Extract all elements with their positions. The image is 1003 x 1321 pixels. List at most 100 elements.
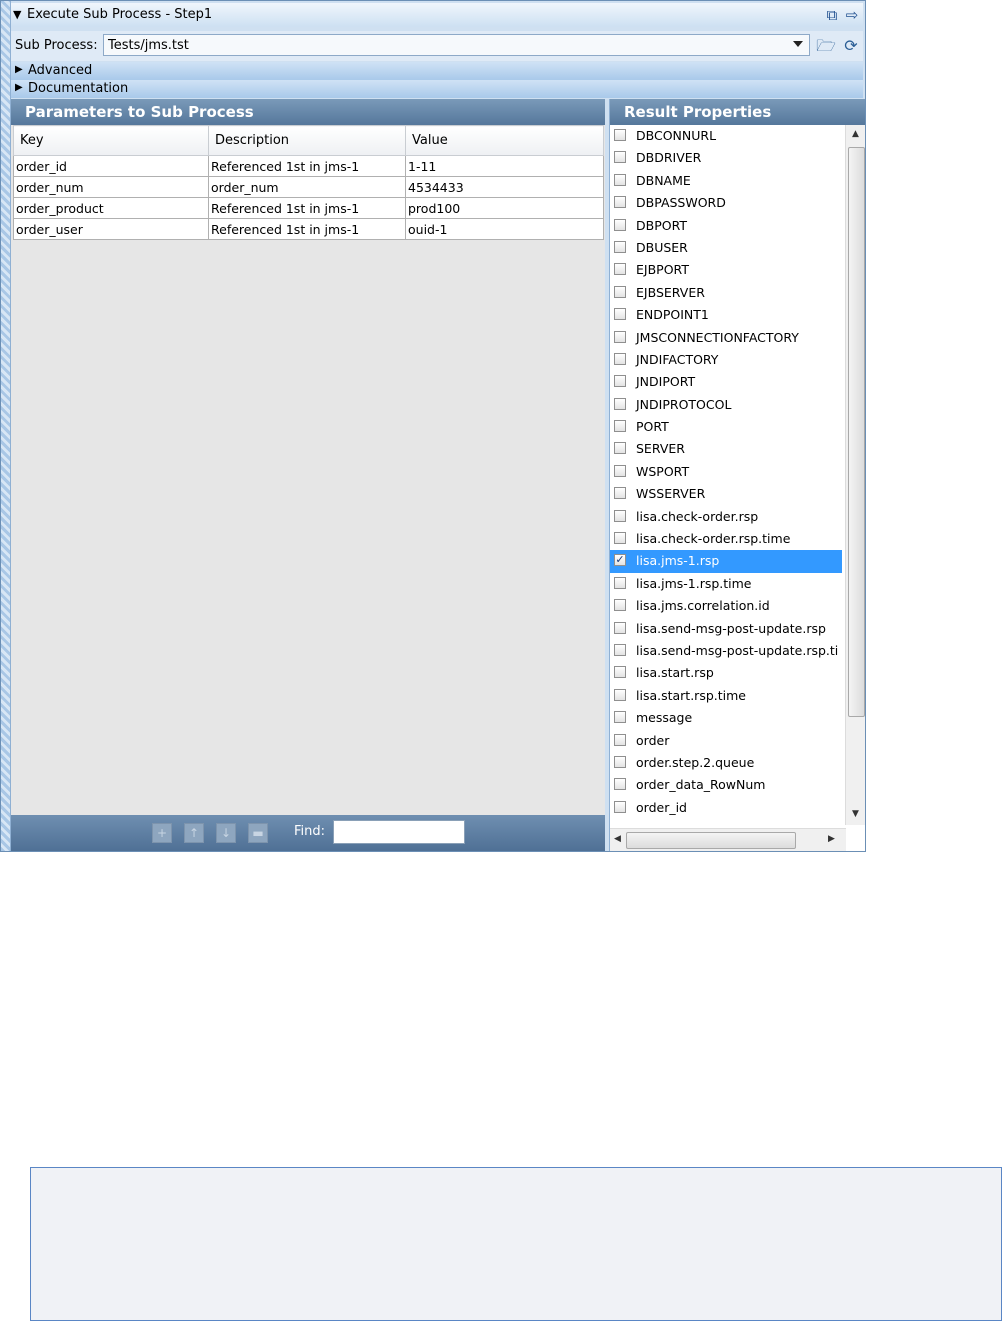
list-item[interactable]: order.step.2.queue: [610, 752, 842, 774]
list-item[interactable]: message: [610, 707, 842, 729]
checkbox[interactable]: [614, 151, 626, 164]
horizontal-scrollbar[interactable]: ◀ ▶: [610, 828, 846, 851]
list-item[interactable]: lisa.send-msg-post-update.rsp: [610, 618, 842, 640]
scroll-up-icon[interactable]: ▲: [852, 129, 859, 139]
arrow-right-icon[interactable]: ⇨: [843, 6, 861, 24]
key-cell[interactable]: order_user: [13, 218, 209, 240]
checkbox[interactable]: [614, 420, 626, 433]
list-item[interactable]: ✓ lisa.jms-1.rsp: [610, 550, 842, 573]
documentation-section[interactable]: ▶ Documentation: [11, 80, 863, 98]
checkbox[interactable]: [614, 800, 626, 813]
list-item[interactable]: DBPORT: [610, 215, 842, 237]
list-item[interactable]: EJBSERVER: [610, 282, 842, 304]
scroll-left-icon[interactable]: ◀: [614, 834, 621, 844]
list-item[interactable]: lisa.send-msg-post-update.rsp.ti: [610, 640, 842, 662]
list-item[interactable]: JMSCONNECTIONFACTORY: [610, 327, 842, 349]
advanced-section[interactable]: ▶ Advanced: [11, 62, 863, 80]
checkbox[interactable]: [614, 308, 626, 321]
move-down-icon[interactable]: ↓: [216, 823, 236, 843]
checkbox[interactable]: [614, 599, 626, 612]
delete-icon[interactable]: ▬: [248, 823, 268, 843]
list-item[interactable]: lisa.check-order.rsp.time: [610, 528, 842, 550]
checkbox[interactable]: [614, 464, 626, 477]
list-item[interactable]: lisa.jms.correlation.id: [610, 595, 842, 617]
key-cell[interactable]: order_id: [13, 155, 209, 177]
column-header-description[interactable]: Description: [208, 125, 406, 156]
list-item[interactable]: DBNAME: [610, 170, 842, 192]
checkbox[interactable]: [614, 240, 626, 253]
scroll-down-icon[interactable]: ▼: [852, 809, 859, 819]
value-cell[interactable]: prod100: [405, 197, 604, 219]
list-item[interactable]: DBCONNURL: [610, 125, 842, 147]
checkbox[interactable]: [614, 666, 626, 679]
value-cell[interactable]: 1-11: [405, 155, 604, 177]
refresh-icon[interactable]: ⟳: [841, 36, 861, 56]
checkbox[interactable]: [614, 397, 626, 410]
list-item[interactable]: JNDIPROTOCOL: [610, 394, 842, 416]
checkbox[interactable]: [614, 352, 626, 365]
key-cell[interactable]: order_num: [13, 176, 209, 198]
checkbox[interactable]: [614, 688, 626, 701]
checkbox[interactable]: [614, 330, 626, 343]
list-item[interactable]: lisa.start.rsp: [610, 662, 842, 684]
checkbox[interactable]: [614, 442, 626, 455]
chevron-down-icon[interactable]: [793, 41, 803, 47]
list-item[interactable]: EJBPORT: [610, 259, 842, 281]
list-item[interactable]: order_data_RowNum: [610, 774, 842, 796]
column-header-key[interactable]: Key: [13, 125, 209, 156]
checkbox[interactable]: [614, 778, 626, 791]
table-row[interactable]: order_id Referenced 1st in jms-1 1-11: [13, 155, 604, 177]
checkbox[interactable]: [614, 196, 626, 209]
description-cell[interactable]: Referenced 1st in jms-1: [208, 197, 406, 219]
list-item[interactable]: lisa.check-order.rsp: [610, 506, 842, 528]
table-row[interactable]: order_product Referenced 1st in jms-1 prod…: [13, 197, 604, 219]
vertical-scroll-thumb[interactable]: [848, 147, 865, 717]
checkbox[interactable]: [614, 218, 626, 231]
key-cell[interactable]: order_product: [13, 197, 209, 219]
list-item[interactable]: WSSERVER: [610, 483, 842, 505]
description-cell[interactable]: Referenced 1st in jms-1: [208, 218, 406, 240]
move-up-icon[interactable]: ↑: [184, 823, 204, 843]
list-item[interactable]: SERVER: [610, 438, 842, 460]
checkbox[interactable]: ✓: [614, 554, 626, 567]
list-item[interactable]: lisa.start.rsp.time: [610, 685, 842, 707]
checkbox[interactable]: [614, 711, 626, 724]
checkbox[interactable]: [614, 733, 626, 746]
description-cell[interactable]: order_num: [208, 176, 406, 198]
checkbox[interactable]: [614, 576, 626, 589]
table-row[interactable]: order_user Referenced 1st in jms-1 ouid-1: [13, 218, 604, 240]
checkbox[interactable]: [614, 285, 626, 298]
horizontal-scroll-thumb[interactable]: [626, 832, 796, 849]
checkbox[interactable]: [614, 621, 626, 634]
vertical-scrollbar[interactable]: ▲ ▼: [845, 125, 865, 825]
list-item[interactable]: JNDIFACTORY: [610, 349, 842, 371]
checkbox[interactable]: [614, 375, 626, 388]
add-icon[interactable]: +: [152, 823, 172, 843]
list-item[interactable]: WSPORT: [610, 461, 842, 483]
column-header-value[interactable]: Value: [405, 125, 604, 156]
checkbox[interactable]: [614, 532, 626, 545]
open-folder-icon[interactable]: 🗁: [816, 36, 836, 56]
list-item[interactable]: PORT: [610, 416, 842, 438]
list-item[interactable]: DBPASSWORD: [610, 192, 842, 214]
description-cell[interactable]: Referenced 1st in jms-1: [208, 155, 406, 177]
list-item[interactable]: order_id: [610, 797, 842, 819]
list-item[interactable]: DBDRIVER: [610, 147, 842, 169]
checkbox[interactable]: [614, 263, 626, 276]
value-cell[interactable]: 4534433: [405, 176, 604, 198]
scroll-right-icon[interactable]: ▶: [828, 834, 835, 844]
find-input[interactable]: [333, 820, 465, 844]
list-item[interactable]: order: [610, 730, 842, 752]
checkbox[interactable]: [614, 509, 626, 522]
list-item[interactable]: JNDIPORT: [610, 371, 842, 393]
undock-icon[interactable]: ⧉: [823, 6, 841, 24]
value-cell[interactable]: ouid-1: [405, 218, 604, 240]
checkbox[interactable]: [614, 487, 626, 500]
checkbox[interactable]: [614, 129, 626, 141]
subprocess-combo[interactable]: Tests/jms.tst: [103, 34, 810, 56]
collapse-triangle-icon[interactable]: ▼: [13, 8, 21, 21]
checkbox[interactable]: [614, 643, 626, 656]
table-row[interactable]: order_num order_num 4534433: [13, 176, 604, 198]
list-item[interactable]: lisa.jms-1.rsp.time: [610, 573, 842, 595]
checkbox[interactable]: [614, 755, 626, 768]
